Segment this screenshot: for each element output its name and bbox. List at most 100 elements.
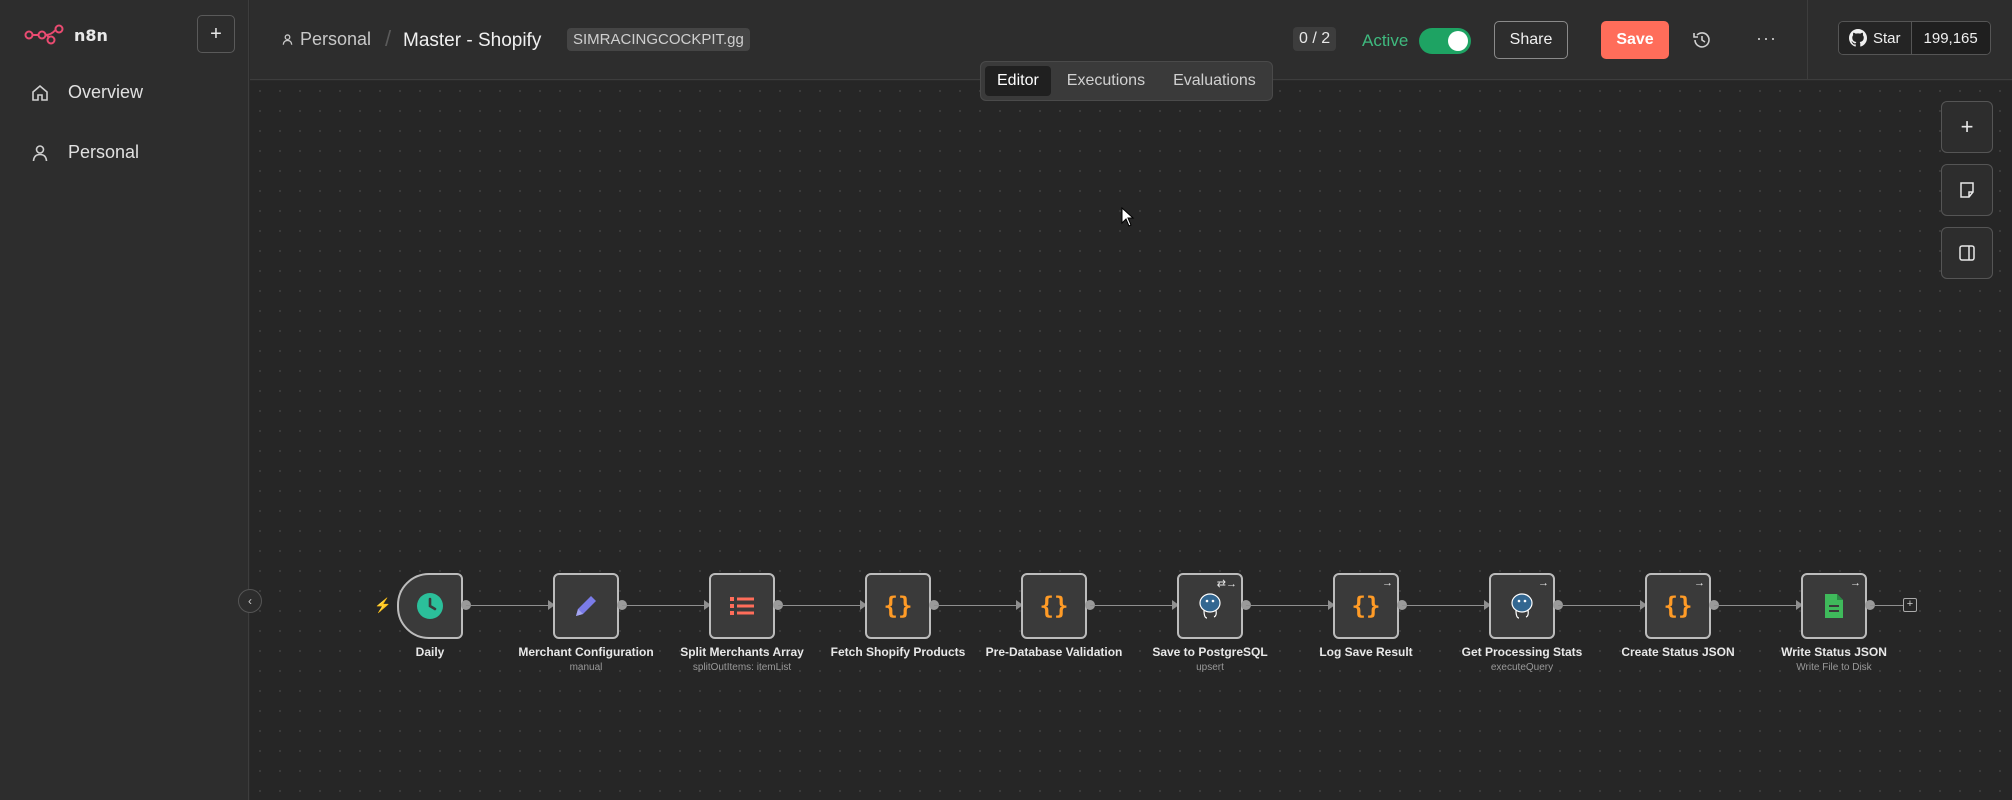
brand-name: n8n (74, 25, 108, 45)
sidebar: n8n + Overview Personal (0, 0, 249, 800)
workflow-node[interactable] (709, 573, 775, 639)
svg-text:{}: {} (884, 592, 913, 620)
toggle-knob (1448, 31, 1468, 51)
collapse-sidebar-button[interactable]: ‹ (238, 589, 262, 613)
connection-wire[interactable] (778, 605, 860, 606)
toggle-panel-button[interactable] (1941, 227, 1993, 279)
more-options-icon[interactable]: ··· (1756, 28, 1777, 49)
postgres-icon (1195, 591, 1225, 621)
chevron-left-icon: ‹ (248, 594, 252, 608)
node-subtitle: splitOutItems: itemList (692, 662, 792, 673)
file-write-icon (1819, 591, 1849, 621)
workflow-node[interactable]: {} → (1333, 573, 1399, 639)
workflow-title[interactable]: Master - Shopify (403, 30, 541, 52)
header-divider (1807, 0, 1808, 80)
workflow-node[interactable]: {} (1021, 573, 1087, 639)
user-icon (282, 34, 293, 45)
save-button[interactable]: Save (1601, 21, 1669, 59)
node-mode-icon: → (1382, 577, 1393, 589)
share-button[interactable]: Share (1494, 21, 1568, 59)
n8n-logo-icon (24, 24, 64, 45)
connection-wire[interactable] (1246, 605, 1328, 606)
mouse-cursor-icon (1121, 207, 1135, 227)
workflow-canvas[interactable] (250, 81, 2012, 800)
connection-wire (1870, 605, 1903, 606)
connection-wire[interactable] (622, 605, 704, 606)
view-tabs: Editor Executions Evaluations (980, 61, 1273, 101)
code-braces-icon: {} (1350, 590, 1382, 622)
connection-wire[interactable] (1090, 605, 1172, 606)
workflow-node[interactable]: → (1801, 573, 1867, 639)
workflow-node[interactable] (397, 573, 463, 639)
breadcrumb-separator: / (385, 26, 392, 51)
history-icon[interactable] (1691, 29, 1713, 51)
connection-wire[interactable] (1714, 605, 1796, 606)
node-mode-icon: → (1538, 577, 1549, 589)
node-subtitle: upsert (1196, 662, 1224, 673)
node-mode-icon: ⇄→ (1216, 578, 1237, 590)
node-label: Write Status JSON (1781, 645, 1887, 659)
plus-icon: + (210, 22, 222, 45)
sidebar-item-label: Overview (68, 82, 144, 102)
connection-wire[interactable] (934, 605, 1016, 606)
github-star-button[interactable]: Star 199,165 (1838, 21, 1991, 55)
home-icon (32, 84, 48, 101)
github-star-count: 199,165 (1910, 22, 1990, 54)
user-icon (32, 144, 48, 161)
code-braces-icon: {} (1038, 590, 1070, 622)
node-mode-icon: → (1850, 577, 1861, 589)
node-mode-icon: → (1694, 577, 1705, 589)
code-braces-icon: {} (1662, 590, 1694, 622)
node-label: Daily (415, 645, 445, 659)
list-icon (727, 591, 757, 621)
node-label: Get Processing Stats (1461, 645, 1583, 659)
panel-icon (1959, 245, 1975, 261)
node-label: Log Save Result (1319, 645, 1413, 659)
node-label: Create Status JSON (1621, 645, 1735, 659)
sidebar-item-personal[interactable]: Personal (30, 142, 139, 163)
connection-wire[interactable] (1402, 605, 1484, 606)
workflow-node[interactable] (553, 573, 619, 639)
github-star-label: Star (1873, 29, 1901, 47)
github-star: Star (1839, 22, 1911, 54)
svg-text:{}: {} (1040, 592, 1069, 620)
workflow-node[interactable]: {} → (1645, 573, 1711, 639)
sticky-note-icon (1960, 182, 1974, 198)
tab-editor[interactable]: Editor (985, 66, 1051, 96)
sticky-note-button[interactable] (1941, 164, 1993, 216)
active-toggle[interactable] (1419, 28, 1471, 54)
github-icon (1849, 29, 1867, 47)
breadcrumb-project[interactable]: Personal (281, 29, 371, 50)
node-label: Merchant Configuration (518, 645, 654, 659)
node-subtitle: Write File to Disk (1796, 662, 1872, 673)
workflow-node[interactable]: → (1489, 573, 1555, 639)
workflow-node[interactable]: ⇄→ (1177, 573, 1243, 639)
trigger-bolt-icon: ⚡ (374, 597, 392, 613)
add-node-button[interactable]: + (1941, 101, 1993, 153)
svg-text:{}: {} (1352, 592, 1381, 620)
tab-executions[interactable]: Executions (1055, 66, 1157, 96)
breadcrumb-project-label: Personal (300, 29, 372, 49)
node-subtitle: manual (569, 662, 603, 673)
node-label: Save to PostgreSQL (1152, 645, 1268, 659)
connection-wire[interactable] (466, 605, 548, 606)
pencil-icon (571, 591, 601, 621)
node-label: Pre-Database Validation (985, 645, 1123, 659)
postgres-icon (1507, 591, 1537, 621)
plus-icon: + (1960, 114, 1974, 139)
workflow-node[interactable]: {} (865, 573, 931, 639)
active-label: Active (1362, 31, 1409, 50)
add-next-node-button[interactable]: + (1903, 598, 1917, 612)
tab-evaluations[interactable]: Evaluations (1161, 66, 1268, 96)
node-label: Split Merchants Array (680, 645, 804, 659)
logo[interactable]: n8n (24, 24, 108, 46)
sidebar-item-label: Personal (68, 142, 140, 162)
sidebar-item-overview[interactable]: Overview (30, 82, 143, 103)
connection-wire[interactable] (1558, 605, 1640, 606)
workflow-tag[interactable]: SIMRACINGCOCKPIT.gg (567, 28, 750, 51)
active-counter: 0 / 2 (1293, 27, 1337, 51)
create-new-button[interactable]: + (197, 15, 235, 53)
clock-icon (415, 591, 445, 621)
n8n-app: n8n + Overview Personal Personal / Maste… (0, 0, 2012, 800)
svg-text:{}: {} (1664, 592, 1693, 620)
